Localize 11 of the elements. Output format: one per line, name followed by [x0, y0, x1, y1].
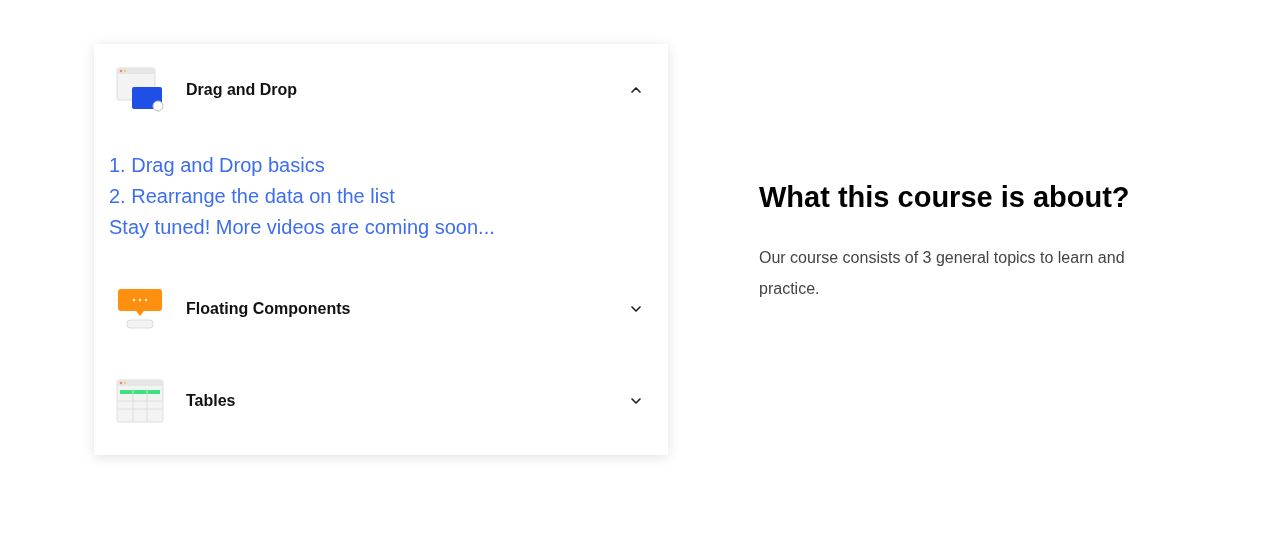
- drag-window-icon: [116, 67, 164, 113]
- section-heading: What this course is about?: [759, 180, 1131, 215]
- accordion-header[interactable]: Drag and Drop: [94, 44, 668, 136]
- tooltip-icon: [116, 287, 164, 331]
- accordion-header[interactable]: Tables: [94, 355, 668, 447]
- section-description: Our course consists of 3 general topics to learn and practice.: [759, 247, 1126, 299]
- accordion-header[interactable]: Floating Components: [94, 263, 668, 355]
- lesson-link[interactable]: 1. Drag and Drop basics: [109, 150, 653, 181]
- table-icon: [116, 379, 164, 423]
- lesson-link[interactable]: 2. Rearrange the data on the list: [109, 181, 653, 212]
- lesson-link[interactable]: Stay tuned! More videos are coming soon...: [109, 212, 653, 243]
